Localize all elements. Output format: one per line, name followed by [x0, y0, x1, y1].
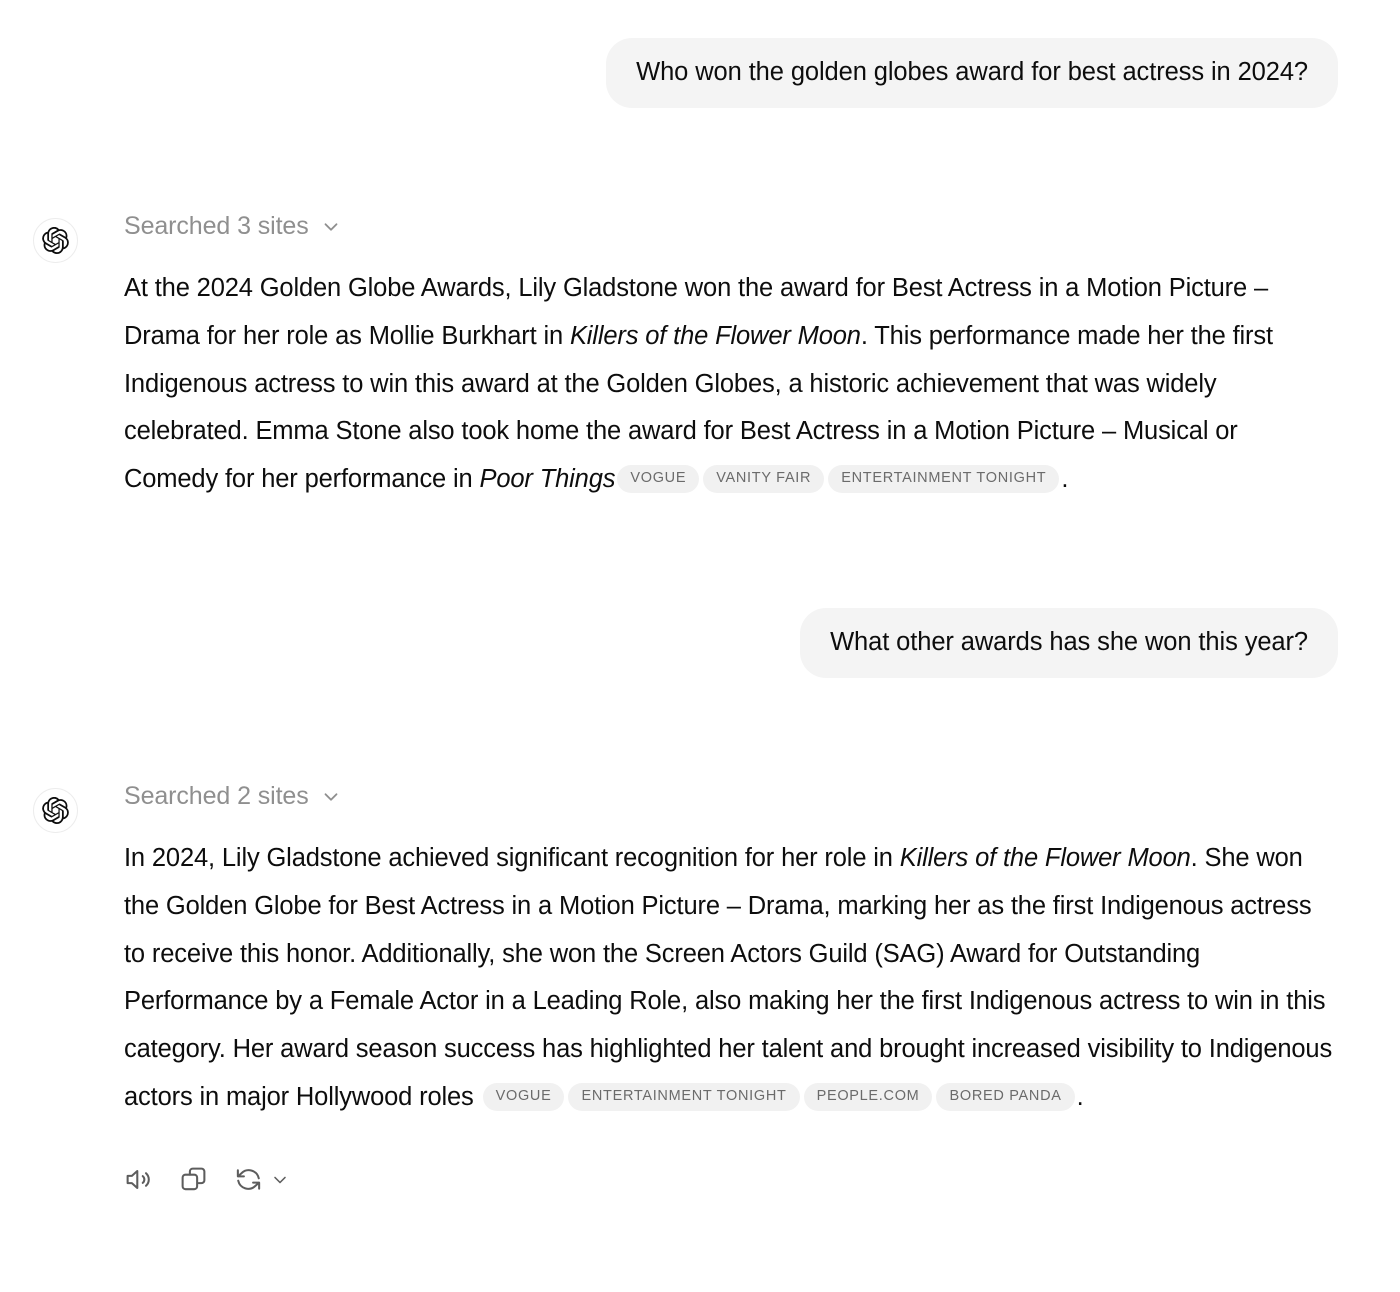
- citation-chip[interactable]: ENTERTAINMENT TONIGHT: [568, 1082, 800, 1111]
- avatar-column: [0, 212, 124, 264]
- chevron-down-icon[interactable]: [320, 786, 342, 808]
- citation-chip[interactable]: ENTERTAINMENT TONIGHT: [828, 465, 1060, 494]
- user-message-bubble[interactable]: What other awards has she won this year?: [800, 607, 1338, 679]
- citation-chip[interactable]: VOGUE: [482, 1082, 565, 1111]
- openai-logo-icon: [42, 797, 69, 825]
- answer-segment: . She won the Golden Globe for Best Actr…: [124, 844, 1333, 1111]
- assistant-answer-text: At the 2024 Golden Globe Awards, Lily Gl…: [124, 265, 1338, 503]
- title-killers-of-the-flower-moon: Killers of the Flower Moon: [569, 322, 861, 351]
- search-status-label: Searched 2 sites: [124, 782, 309, 811]
- chevron-down-icon[interactable]: [270, 1170, 290, 1190]
- answer-segment: .: [1061, 465, 1069, 494]
- regenerate-button[interactable]: [234, 1165, 290, 1194]
- assistant-body: Searched 2 sites In 2024, Lily Gladstone…: [124, 782, 1400, 1194]
- speaker-icon[interactable]: [124, 1165, 153, 1194]
- search-status-toggle[interactable]: Searched 2 sites: [124, 782, 342, 811]
- citation-chip[interactable]: VOGUE: [617, 465, 700, 494]
- message-action-bar: [124, 1165, 1338, 1194]
- conversation-thread: Who won the golden globes award for best…: [0, 0, 1400, 1292]
- avatar-column: [0, 782, 124, 834]
- assistant-message-row: Searched 3 sites At the 2024 Golden Glob…: [0, 212, 1400, 503]
- citation-chip[interactable]: VANITY FAIR: [703, 465, 825, 494]
- regenerate-icon[interactable]: [234, 1165, 263, 1194]
- search-status-label: Searched 3 sites: [124, 212, 309, 241]
- title-killers-of-the-flower-moon: Killers of the Flower Moon: [899, 844, 1191, 873]
- openai-logo-icon: [42, 227, 69, 255]
- user-message-row: Who won the golden globes award for best…: [0, 38, 1400, 109]
- citation-chip[interactable]: PEOPLE.COM: [803, 1082, 933, 1111]
- user-message-bubble[interactable]: Who won the golden globes award for best…: [606, 38, 1338, 109]
- answer-segment: In 2024, Lily Gladstone achieved signifi…: [124, 844, 900, 873]
- assistant-message-row: Searched 2 sites In 2024, Lily Gladstone…: [0, 782, 1400, 1194]
- search-status-toggle[interactable]: Searched 3 sites: [124, 212, 342, 241]
- user-message-row: What other awards has she won this year?: [0, 607, 1400, 679]
- avatar: [33, 218, 78, 264]
- assistant-answer-text: In 2024, Lily Gladstone achieved signifi…: [124, 835, 1338, 1121]
- chevron-down-icon[interactable]: [320, 216, 342, 238]
- avatar: [33, 788, 78, 834]
- title-poor-things: Poor Things: [479, 465, 616, 494]
- assistant-body: Searched 3 sites At the 2024 Golden Glob…: [124, 212, 1400, 503]
- citation-chip[interactable]: BORED PANDA: [936, 1082, 1075, 1111]
- copy-icon[interactable]: [179, 1165, 208, 1194]
- answer-segment: .: [1076, 1082, 1084, 1111]
